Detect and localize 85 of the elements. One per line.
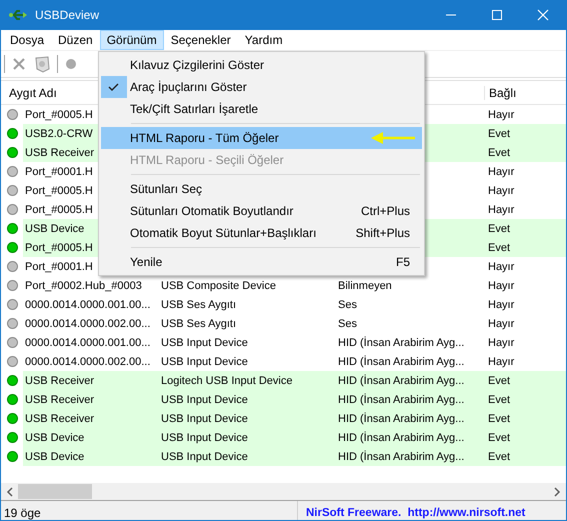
table-row[interactable]: USB Receiver USB Input Device HID (İnsan Arabirim Ayg... Evet <box>23 390 566 409</box>
table-cell: 0000.0014.0000.002.00... <box>25 318 150 330</box>
table-cell-text: Evet <box>487 394 512 406</box>
table-cell: USB Input Device <box>161 356 248 368</box>
table-cell-text: Hayır <box>487 280 516 292</box>
table-cell-text: Hayır <box>487 298 516 310</box>
table-cell: USB Input Device <box>161 412 248 424</box>
table-cell: Port_#0002.Hub_#0003 <box>25 280 142 292</box>
menu-option[interactable]: Yenile F5 <box>101 251 422 273</box>
menu-option[interactable]: HTML Raporu - Tüm Öğeler <box>101 127 422 149</box>
table-row[interactable]: 0000.0014.0000.001.00... USB Input Device HID (İnsan Arabirim Ayg... Hayır <box>23 333 566 352</box>
website-link[interactable]: NirSoft Freeware. http://www.nirsoft.net <box>306 506 526 518</box>
table-cell: Bilinmeyen <box>338 280 392 292</box>
menu-option[interactable]: Sütunları Seç <box>101 178 422 200</box>
table-cell-text: Hayır <box>487 356 516 368</box>
window-title: USBDeview <box>35 8 100 22</box>
table-cell: USB Ses Aygıtı <box>161 298 236 310</box>
close-icon[interactable] <box>537 9 549 21</box>
menu-option[interactable]: Tek/Çift Satırları İşaretle <box>101 98 422 120</box>
table-row[interactable]: 0000.0014.0000.002.00... USB Ses Aygıtı Ses Hayır <box>23 314 566 333</box>
table-row[interactable]: 0000.0014.0000.001.00... USB Ses Aygıtı Ses Hayır <box>23 295 566 314</box>
table-cell-text: Hayır <box>487 318 516 330</box>
table-row[interactable]: USB Device USB Input Device HID (İnsan Arabirim Ayg... Evet <box>23 447 566 466</box>
table-cell: 0000.0014.0000.001.00... <box>25 336 150 348</box>
table-cell-text: Evet <box>487 412 512 424</box>
table-cell-text: Evet <box>487 432 512 444</box>
menu-item[interactable]: Seçenekler <box>164 30 238 50</box>
table-cell: Logitech USB Input Device <box>161 374 292 386</box>
table-cell: USB2.0-CRW <box>25 128 93 140</box>
table-cell: Ses <box>338 298 357 310</box>
table-row[interactable]: USB Receiver USB Input Device HID (İnsan Arabirim Ayg... Evet <box>23 409 566 428</box>
table-cell-text: Evet <box>487 374 512 386</box>
table-cell: USB Receiver <box>25 146 94 158</box>
table-cell-text: Evet <box>487 222 512 234</box>
table-cell: HID (İnsan Arabirim Ayg... <box>338 374 464 386</box>
maximize-icon[interactable] <box>491 9 503 21</box>
table-row[interactable]: 0000.0014.0000.002.00... USB Input Device HID (İnsan Arabirim Ayg... Hayır <box>23 352 566 371</box>
table-cell: HID (İnsan Arabirim Ayg... <box>338 356 464 368</box>
menu-item[interactable]: Görünüm <box>100 30 164 50</box>
table-cell: USB Receiver <box>25 412 94 424</box>
table-cell: HID (İnsan Arabirim Ayg... <box>338 432 464 444</box>
menu-item[interactable]: Dosya <box>3 30 52 50</box>
table-cell: HID (İnsan Arabirim Ayg... <box>338 412 464 424</box>
shield-icon[interactable] <box>33 55 51 73</box>
table-cell-text: Evet <box>487 146 512 158</box>
table-cell: USB Receiver <box>25 374 94 386</box>
delete-icon[interactable] <box>11 56 27 72</box>
table-cell-text: Evet <box>487 242 512 254</box>
table-cell: USB Input Device <box>161 394 248 406</box>
table-cell: USB Input Device <box>161 450 248 462</box>
table-cell-text: Evet <box>487 128 512 140</box>
table-cell: Ses <box>338 318 357 330</box>
table-cell: 0000.0014.0000.001.00... <box>25 298 150 310</box>
table-cell-text: Hayır <box>487 166 516 178</box>
table-cell: USB Input Device <box>161 336 248 348</box>
table-cell: HID (İnsan Arabirim Ayg... <box>338 336 464 348</box>
table-cell: USB Receiver <box>25 394 94 406</box>
table-cell-text: Evet <box>487 450 512 462</box>
menu-item[interactable]: Düzen <box>51 30 100 50</box>
scrollbar-thumb[interactable] <box>18 484 92 499</box>
table-cell: Port_#0001.H <box>25 166 93 178</box>
table-cell: 0000.0014.0000.002.00... <box>25 356 150 368</box>
table-cell: USB Input Device <box>161 432 248 444</box>
table-cell: HID (İnsan Arabirim Ayg... <box>338 394 464 406</box>
table-cell-text: Hayır <box>487 336 516 348</box>
menu-option[interactable]: Kılavuz Çizgilerini Göster <box>101 54 422 76</box>
item-count: 19 öge <box>3 506 42 520</box>
menu-item[interactable]: Yardım <box>238 30 290 50</box>
table-row[interactable]: Port_#0002.Hub_#0003 USB Composite Device Bilinmeyen Hayır <box>23 276 566 295</box>
table-row[interactable]: USB Device USB Input Device HID (İnsan Arabirim Ayg... Evet <box>23 428 566 447</box>
table-cell: USB Device <box>25 432 84 444</box>
table-cell: USB Composite Device <box>161 280 276 292</box>
table-row[interactable]: USB Receiver Logitech USB Input Device HID (İnsan Arabirim Ayg... Evet <box>23 371 566 390</box>
table-cell: HID (İnsan Arabirim Ayg... <box>338 450 464 462</box>
column-header[interactable]: Bağlı <box>484 86 566 100</box>
table-cell: USB Device <box>25 450 84 462</box>
menu-option[interactable]: Sütunları Otomatik Boyutlandır Ctrl+Plus <box>101 200 422 222</box>
table-cell: USB Ses Aygıtı <box>161 318 236 330</box>
usb-icon <box>9 8 27 22</box>
arrow-icon <box>371 132 415 144</box>
table-cell: USB Device <box>25 222 84 234</box>
circle-icon[interactable] <box>64 57 78 71</box>
horizontal-scrollbar[interactable] <box>1 483 566 500</box>
menu-option[interactable]: Otomatik Boyut Sütunlar+Başlıkları Shift+Plus <box>101 222 422 244</box>
table-cell: Port_#0005.H <box>25 242 93 254</box>
